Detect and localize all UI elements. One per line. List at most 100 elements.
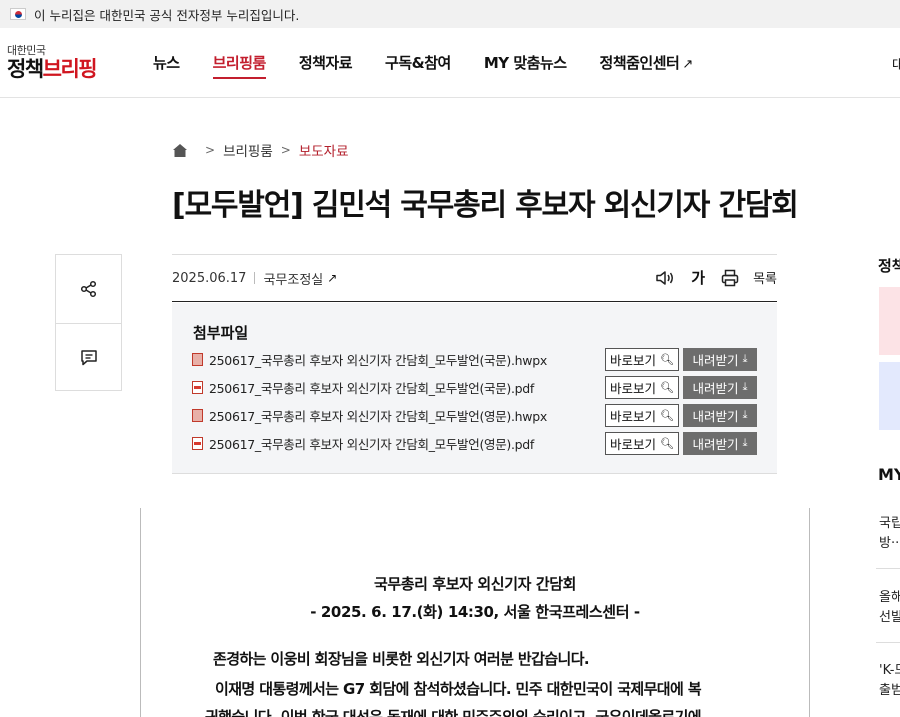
breadcrumb-press-release[interactable]: 보도자료 xyxy=(299,140,349,160)
header: 대한민국 정책브리핑 뉴스 브리핑룸 정책자료 구독&참여 MY 맞춤뉴스 정책… xyxy=(0,28,900,98)
document-paragraph: 이재명 대통령께서는 G7 회담에 참석하셨습니다. 민주 대한민국이 국제무대… xyxy=(215,680,702,698)
meta-divider xyxy=(254,272,256,284)
search-icon: 🔍︎ xyxy=(660,408,674,422)
sidebar-news-item[interactable]: 올해선발 xyxy=(879,588,900,628)
download-button-label: 내려받기 xyxy=(692,352,739,368)
breadcrumb: > 브리핑룸 > 보도자료 xyxy=(173,140,349,160)
share-icon xyxy=(80,280,96,298)
attachment-row: 250617_국무총리 후보자 외신기자 간담회_모두발언(국문).hwpx 바… xyxy=(192,347,757,371)
sidebar-news-item[interactable]: 국립방·· xyxy=(879,514,900,554)
side-action-box xyxy=(55,254,122,391)
download-button-label: 내려받기 xyxy=(692,408,739,424)
view-button-label: 바로보기 xyxy=(610,408,657,424)
download-button[interactable]: 내려받기 ⤓ xyxy=(683,431,757,455)
article-tools: 가 목록 xyxy=(639,267,777,288)
page-title: [모두발언] 김민석 국무총리 후보자 외신기자 간담회 xyxy=(172,188,799,223)
speaker-icon xyxy=(656,270,674,285)
hwp-file-icon xyxy=(192,352,203,366)
nav-news[interactable]: 뉴스 xyxy=(153,52,180,79)
nav-policy-data[interactable]: 정책자료 xyxy=(299,52,353,79)
download-button[interactable]: 내려받기 ⤓ xyxy=(683,403,757,427)
sidebar-news-line: 방·· xyxy=(879,536,900,551)
nav-subscribe[interactable]: 구독&참여 xyxy=(385,52,451,79)
tts-button[interactable] xyxy=(655,269,675,287)
view-button[interactable]: 바로보기 🔍︎ xyxy=(605,347,679,371)
font-size-button[interactable]: 가 xyxy=(691,267,705,288)
download-button[interactable]: 내려받기 ⤓ xyxy=(683,347,757,371)
nav-my-news[interactable]: MY 맞춤뉴스 xyxy=(484,52,567,79)
search-icon: 🔍︎ xyxy=(660,436,674,450)
sidebar-card[interactable] xyxy=(879,287,900,355)
gov-banner-text: 이 누리집은 대한민국 공식 전자정부 누리집입니다. xyxy=(34,7,300,23)
download-icon: ⤓ xyxy=(742,380,748,393)
attachment-row: 250617_국무총리 후보자 외신기자 간담회_모두발언(영문).hwpx 바… xyxy=(192,403,757,427)
attachment-row: 250617_국무총리 후보자 외신기자 간담회_모두발언(영문).pdf 바로… xyxy=(192,431,757,455)
view-button[interactable]: 바로보기 🔍︎ xyxy=(605,403,679,427)
attachment-row: 250617_국무총리 후보자 외신기자 간담회_모두발언(국문).pdf 바로… xyxy=(192,375,757,399)
sidebar-news-line: 국립 xyxy=(879,516,900,531)
attachment-file-name[interactable]: 250617_국무총리 후보자 외신기자 간담회_모두발언(영문).pdf xyxy=(209,434,534,453)
comment-icon xyxy=(80,349,97,365)
printer-icon xyxy=(721,269,739,286)
external-link-icon: ↗ xyxy=(327,271,338,285)
view-button[interactable]: 바로보기 🔍︎ xyxy=(605,431,679,455)
main-nav: 뉴스 브리핑룸 정책자료 구독&참여 MY 맞춤뉴스 정책줌인센터 ↗ xyxy=(153,52,726,79)
view-button[interactable]: 바로보기 🔍︎ xyxy=(605,375,679,399)
search-icon: 🔍︎ xyxy=(660,352,674,366)
comment-button[interactable] xyxy=(56,323,121,391)
attachment-file-name[interactable]: 250617_국무총리 후보자 외신기자 간담회_모두발언(국문).pdf xyxy=(209,378,534,397)
download-button[interactable]: 내려받기 ⤓ xyxy=(683,375,757,399)
hwp-file-icon xyxy=(192,408,203,422)
list-button[interactable]: 목록 xyxy=(753,268,777,287)
nav-briefing-room[interactable]: 브리핑룸 xyxy=(212,52,266,79)
document-body: 국무총리 후보자 외신기자 간담회 - 2025. 6. 17.(화) 14:3… xyxy=(140,508,810,717)
download-icon: ⤓ xyxy=(742,352,748,365)
download-icon: ⤓ xyxy=(742,436,748,449)
logo-part-a: 정책 xyxy=(7,57,44,81)
breadcrumb-briefing-room[interactable]: 브리핑룸 xyxy=(223,140,273,160)
pdf-file-icon xyxy=(192,380,203,394)
site-logo[interactable]: 대한민국 정책브리핑 xyxy=(7,42,98,81)
nav-policy-zoomin-label: 정책줌인센터 xyxy=(599,54,680,72)
home-icon[interactable] xyxy=(173,143,187,157)
download-button-label: 내려받기 xyxy=(692,436,739,452)
view-button-label: 바로보기 xyxy=(610,352,657,368)
sidebar-card[interactable] xyxy=(879,362,900,430)
sidebar-news-line: 'K-드 xyxy=(879,663,900,678)
download-button-label: 내려받기 xyxy=(692,380,739,396)
attachment-title: 첨부파일 xyxy=(193,324,249,342)
attachment-file-name[interactable]: 250617_국무총리 후보자 외신기자 간담회_모두발언(국문).hwpx xyxy=(209,350,547,369)
external-link-icon: ↗ xyxy=(682,57,693,72)
article-date: 2025.06.17 xyxy=(172,270,247,286)
sidebar-news-item[interactable]: 'K-드출범 xyxy=(879,661,900,701)
view-button-label: 바로보기 xyxy=(610,436,657,452)
document-subheading: - 2025. 6. 17.(화) 14:30, 서울 한국프레스센터 - xyxy=(310,603,640,621)
pdf-file-icon xyxy=(192,436,203,450)
document-paragraph: 귀했습니다. 이번 한국 대선은 독재에 대한 민주주의의 승리이고, 국우이데… xyxy=(205,708,702,717)
nav-policy-zoomin[interactable]: 정책줌인센터 ↗ xyxy=(599,52,694,79)
view-button-label: 바로보기 xyxy=(610,380,657,396)
attachment-file-name[interactable]: 250617_국무총리 후보자 외신기자 간담회_모두발언(영문).hwpx xyxy=(209,406,547,425)
sidebar-news-line: 선발 xyxy=(879,610,900,625)
print-button[interactable] xyxy=(721,269,739,287)
sidebar-divider xyxy=(876,568,900,569)
logo-small-text: 대한민국 xyxy=(7,44,46,57)
sidebar-news-line: 올해 xyxy=(879,590,900,605)
article-meta: 2025.06.17 국무조정실 ↗ 가 목록 xyxy=(172,254,777,302)
share-button[interactable] xyxy=(56,255,121,323)
article-department[interactable]: 국무조정실 xyxy=(263,269,323,288)
attachment-box: 첨부파일 250617_국무총리 후보자 외신기자 간담회_모두발언(국문).h… xyxy=(172,303,777,474)
sidebar-divider xyxy=(876,642,900,643)
document-paragraph: 존경하는 이웅비 회장님을 비롯한 외신기자 여러분 반갑습니다. xyxy=(213,650,590,668)
nav-clipped-item[interactable]: 대 xyxy=(892,54,900,73)
korea-flag-icon xyxy=(10,8,26,20)
document-heading: 국무총리 후보자 외신기자 간담회 xyxy=(373,575,577,593)
gov-banner: 이 누리집은 대한민국 공식 전자정부 누리집입니다. xyxy=(0,0,900,28)
download-icon: ⤓ xyxy=(742,408,748,421)
logo-part-b: 브리핑 xyxy=(42,57,98,81)
sidebar-policy-title: 정책 xyxy=(878,257,900,275)
breadcrumb-separator: > xyxy=(280,143,291,157)
breadcrumb-separator: > xyxy=(205,143,216,157)
search-icon: 🔍︎ xyxy=(660,380,674,394)
sidebar-news-line: 출범 xyxy=(879,683,900,698)
